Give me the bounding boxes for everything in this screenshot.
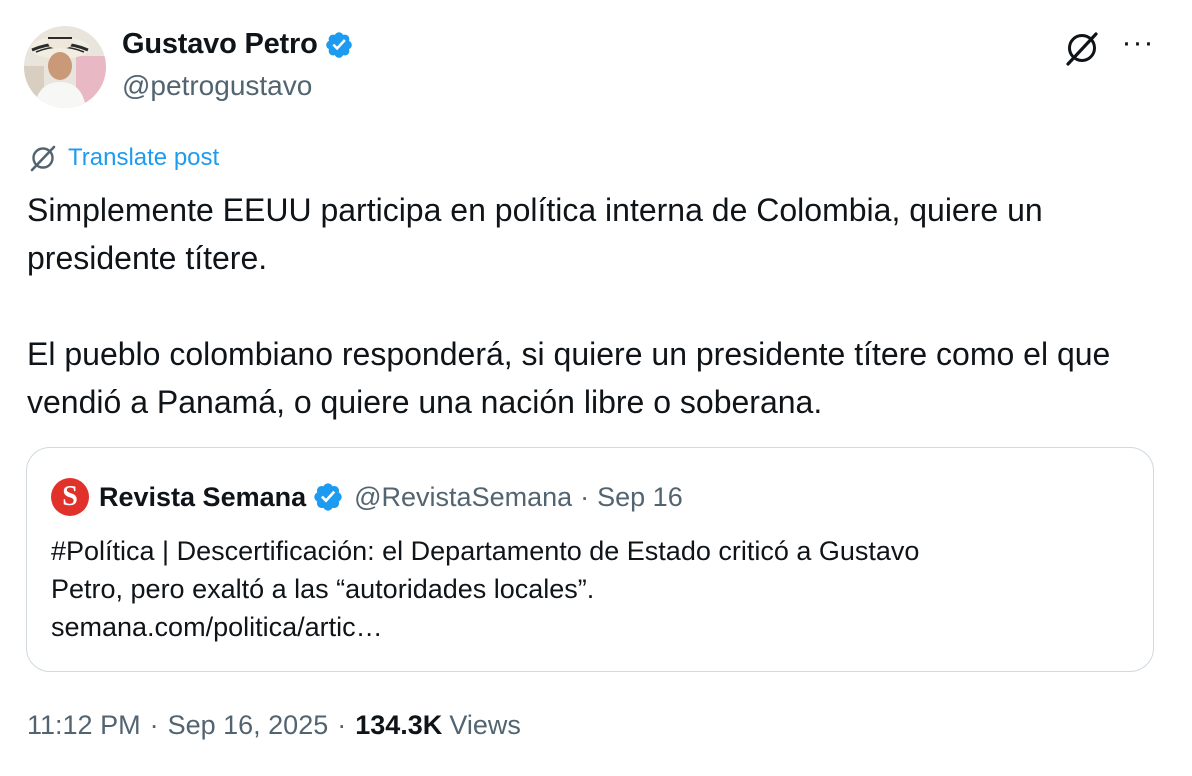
post-date[interactable]: Sep 16, 2025 [168, 710, 329, 741]
post-paragraph-2: El pueblo colombiano responderá, si quie… [27, 336, 1111, 420]
post-time[interactable]: 11:12 PM [27, 710, 141, 741]
meta-separator-2: · [337, 710, 347, 740]
views-count[interactable]: 134.3K [355, 710, 442, 741]
author-handle[interactable]: @petrogustavo [122, 70, 312, 102]
grok-button[interactable] [1062, 28, 1102, 68]
translate-icon [30, 145, 56, 172]
quoted-author-handle[interactable]: @RevistaSemana [354, 482, 572, 513]
author-name-row[interactable]: Gustavo Petro [122, 28, 354, 61]
quoted-separator: · [580, 481, 590, 512]
post-paragraph-1: Simplemente EEUU participa en política i… [27, 192, 1043, 276]
quoted-author-avatar[interactable]: S [51, 478, 89, 516]
more-options-button[interactable]: ··· [1118, 28, 1158, 68]
post: Gustavo Petro @petrogustavo ··· Translat… [0, 0, 1192, 776]
grok-icon [1066, 32, 1098, 66]
author-display-name[interactable]: Gustavo Petro [122, 28, 318, 61]
quoted-post-header: S Revista Semana @RevistaSemana · Sep 16 [51, 478, 683, 516]
verified-badge-icon[interactable] [324, 30, 354, 60]
quoted-post-text: #Política | Descertificación: el Departa… [51, 532, 1131, 646]
avatar-image [24, 26, 106, 108]
views-label[interactable]: Views [449, 710, 521, 741]
quoted-post-link[interactable]: semana.com/politica/artic… [51, 608, 1131, 646]
quoted-post-date[interactable]: Sep 16 [597, 482, 683, 513]
quoted-verified-badge-icon [314, 483, 342, 511]
quoted-post-card[interactable]: S Revista Semana @RevistaSemana · Sep 16… [26, 447, 1154, 672]
quoted-author-name[interactable]: Revista Semana [99, 482, 306, 513]
more-icon: ··· [1121, 26, 1155, 59]
post-text: Simplemente EEUU participa en política i… [27, 186, 1167, 426]
quoted-text-line-1: #Política | Descertificación: el Departa… [51, 536, 920, 566]
quoted-text-line-2: Petro, pero exaltó a las “autoridades lo… [51, 574, 595, 604]
translate-post-label[interactable]: Translate post [68, 144, 219, 172]
author-avatar[interactable] [24, 26, 106, 108]
translate-post-link[interactable]: Translate post [28, 143, 219, 173]
post-meta: 11:12 PM · Sep 16, 2025 · 134.3K Views [27, 710, 521, 741]
meta-separator-1: · [149, 710, 159, 740]
